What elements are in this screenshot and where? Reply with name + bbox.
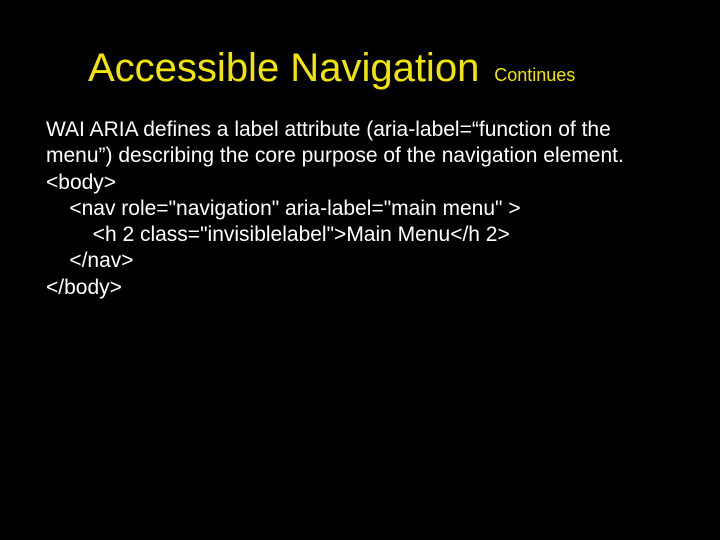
title-sub: Continues [494, 65, 575, 85]
slide: Accessible Navigation Continues WAI ARIA… [0, 0, 720, 540]
title-main: Accessible Navigation [88, 46, 479, 90]
code-example: <body> <nav role="navigation" aria-label… [46, 170, 674, 301]
intro-paragraph: WAI ARIA defines a label attribute (aria… [46, 117, 674, 170]
slide-title: Accessible Navigation Continues [88, 46, 674, 91]
